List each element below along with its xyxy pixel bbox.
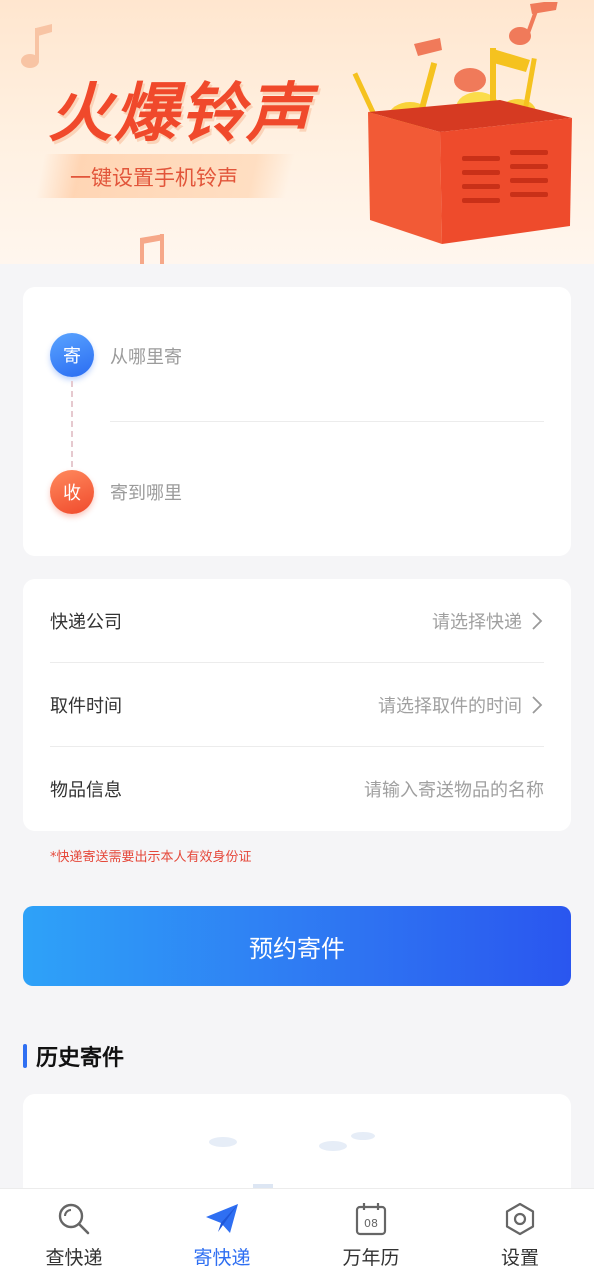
- history-section-title: 历史寄件: [36, 1046, 125, 1071]
- calendar-day-number: 08: [364, 1217, 378, 1230]
- row-label: 取件时间: [50, 696, 122, 717]
- item-name-input[interactable]: 请输入寄送物品的名称: [364, 776, 544, 802]
- tab-label: 万年历: [342, 1247, 400, 1269]
- section-accent-bar: [23, 1044, 27, 1068]
- courier-company-row[interactable]: 快递公司 请选择快递: [50, 579, 544, 663]
- ringtone-banner[interactable]: 火爆铃声 一键设置手机铃声: [0, 0, 594, 264]
- row-label: 物品信息: [50, 780, 122, 801]
- banner-subtitle: 一键设置手机铃声: [70, 166, 238, 190]
- tab-track-parcel[interactable]: 查快递: [0, 1189, 148, 1280]
- tab-label: 设置: [500, 1247, 539, 1269]
- item-info-row: 物品信息 请输入寄送物品的名称: [50, 747, 544, 831]
- tab-label: 查快递: [45, 1247, 103, 1269]
- tab-settings[interactable]: 设置: [446, 1189, 594, 1280]
- tab-send-parcel[interactable]: 寄快递: [148, 1189, 296, 1280]
- tab-calendar[interactable]: 08 万年历: [297, 1189, 445, 1280]
- calendar-icon: 08: [355, 1203, 387, 1236]
- music-note-icon: [140, 234, 164, 264]
- paper-plane-icon: [206, 1204, 238, 1233]
- pickup-time-select[interactable]: 请选择取件的时间: [378, 692, 522, 718]
- to-address-field[interactable]: 寄到哪里: [110, 479, 182, 505]
- search-icon: [58, 1203, 90, 1235]
- shipment-form-card: 快递公司 请选择快递 取件时间 请选择取件的时间 物品信息 请输入寄送物品的名称: [23, 579, 571, 831]
- courier-company-select[interactable]: 请选择快递: [432, 608, 522, 634]
- id-requirement-notice: *快递寄送需要出示本人有效身份证: [50, 850, 252, 865]
- hexagon-settings-icon: [505, 1202, 535, 1236]
- banner-title: 火爆铃声: [48, 77, 312, 151]
- bottom-tab-bar: 查快递 寄快递 08 万年历 设置: [0, 1188, 594, 1280]
- connector-line: [71, 381, 73, 467]
- chevron-right-icon: [532, 696, 543, 714]
- receive-badge: 收: [50, 470, 94, 514]
- send-badge: 寄: [50, 333, 94, 377]
- row-label: 快递公司: [50, 612, 122, 633]
- divider: [110, 421, 544, 422]
- address-card: 寄 从哪里寄 收 寄到哪里: [23, 287, 571, 556]
- pickup-time-row[interactable]: 取件时间 请选择取件的时间: [50, 663, 544, 747]
- chevron-right-icon: [532, 612, 543, 630]
- gift-box-illustration: [352, 38, 572, 244]
- from-address-field[interactable]: 从哪里寄: [110, 343, 182, 369]
- tab-label: 寄快递: [193, 1247, 251, 1269]
- book-shipment-button[interactable]: 预约寄件: [23, 906, 571, 986]
